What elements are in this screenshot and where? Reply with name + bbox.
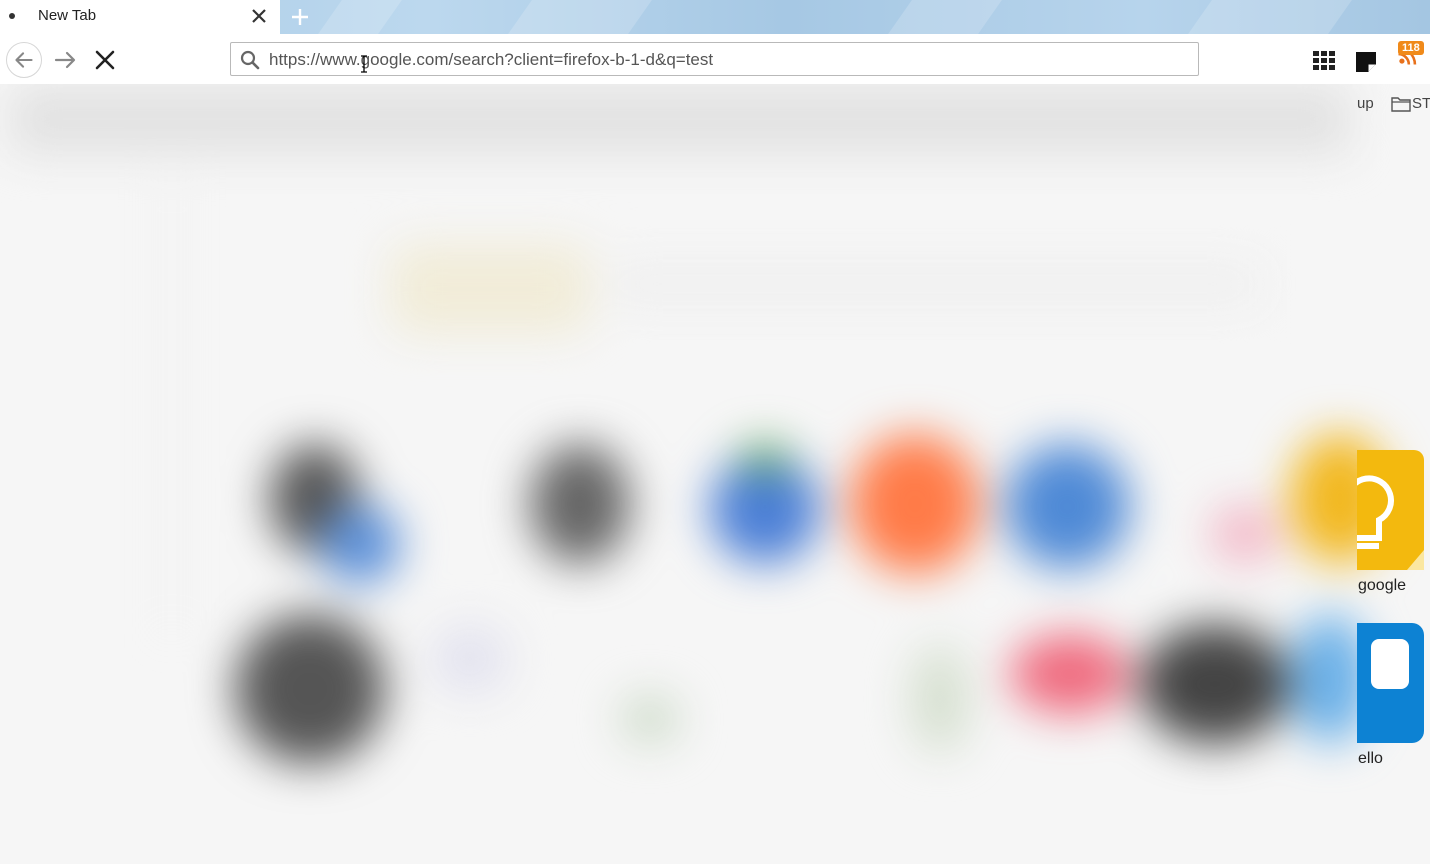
tab-title: New Tab xyxy=(38,7,97,24)
stop-icon[interactable] xyxy=(87,42,123,78)
search-icon xyxy=(240,50,260,70)
blurred-tile xyxy=(740,444,790,474)
tabstrip-decoration xyxy=(508,0,652,34)
tile-label-ello[interactable]: ello xyxy=(1358,750,1383,768)
apps-grid-icon[interactable] xyxy=(1311,48,1337,74)
blurred-sidebar xyxy=(170,174,174,634)
blurred-tile xyxy=(620,694,680,744)
tabstrip-decoration xyxy=(888,0,1002,34)
folder-icon xyxy=(1391,97,1411,112)
blurred-search-box xyxy=(610,264,1260,304)
blurred-page-preview xyxy=(0,84,1390,804)
tabstrip-decoration xyxy=(318,0,402,34)
keep-bulb-icon xyxy=(1357,450,1424,570)
back-arrow-icon[interactable] xyxy=(6,42,42,78)
tab-strip: New Tab xyxy=(0,0,1430,34)
url-text[interactable]: https://www.google.com/search?client=fir… xyxy=(269,50,713,70)
active-tab[interactable]: New Tab xyxy=(0,0,280,34)
blurred-tile xyxy=(1210,504,1280,564)
close-tab-icon[interactable] xyxy=(248,5,270,27)
tabstrip-decoration xyxy=(1188,0,1352,34)
navigation-toolbar: https://www.google.com/search?client=fir… xyxy=(0,34,1430,84)
speed-dial-tile-google-keep[interactable] xyxy=(1357,450,1425,570)
blurred-tile xyxy=(1005,444,1130,569)
blurred-tile xyxy=(910,644,970,754)
blurred-tile xyxy=(320,504,400,584)
blurred-header-band xyxy=(10,84,1350,154)
tab-favicon-dot-icon xyxy=(9,13,15,19)
app-tile-icon xyxy=(1357,623,1424,743)
speed-dial-tile-hello[interactable] xyxy=(1357,623,1425,743)
blurred-logo xyxy=(390,244,590,334)
page-content: up ST google ello xyxy=(0,84,1430,864)
tile-label-google[interactable]: google xyxy=(1358,577,1406,595)
bookmark-item-2[interactable]: ST xyxy=(1412,95,1430,112)
blurred-tile xyxy=(850,434,980,574)
url-bar[interactable]: https://www.google.com/search?client=fir… xyxy=(230,42,1199,76)
forward-arrow-icon[interactable] xyxy=(48,42,84,78)
blurred-tile xyxy=(530,444,630,564)
new-tab-plus-icon[interactable] xyxy=(287,4,313,30)
blurred-tile xyxy=(235,614,385,764)
notification-badge: 118 xyxy=(1398,41,1424,55)
blurred-tile xyxy=(1140,624,1290,744)
blurred-tile xyxy=(430,624,510,694)
sticky-note-icon[interactable] xyxy=(1353,48,1379,74)
text-cursor-icon xyxy=(361,55,367,73)
blurred-tile xyxy=(1010,634,1130,714)
bookmark-item-1[interactable]: up xyxy=(1357,95,1374,112)
